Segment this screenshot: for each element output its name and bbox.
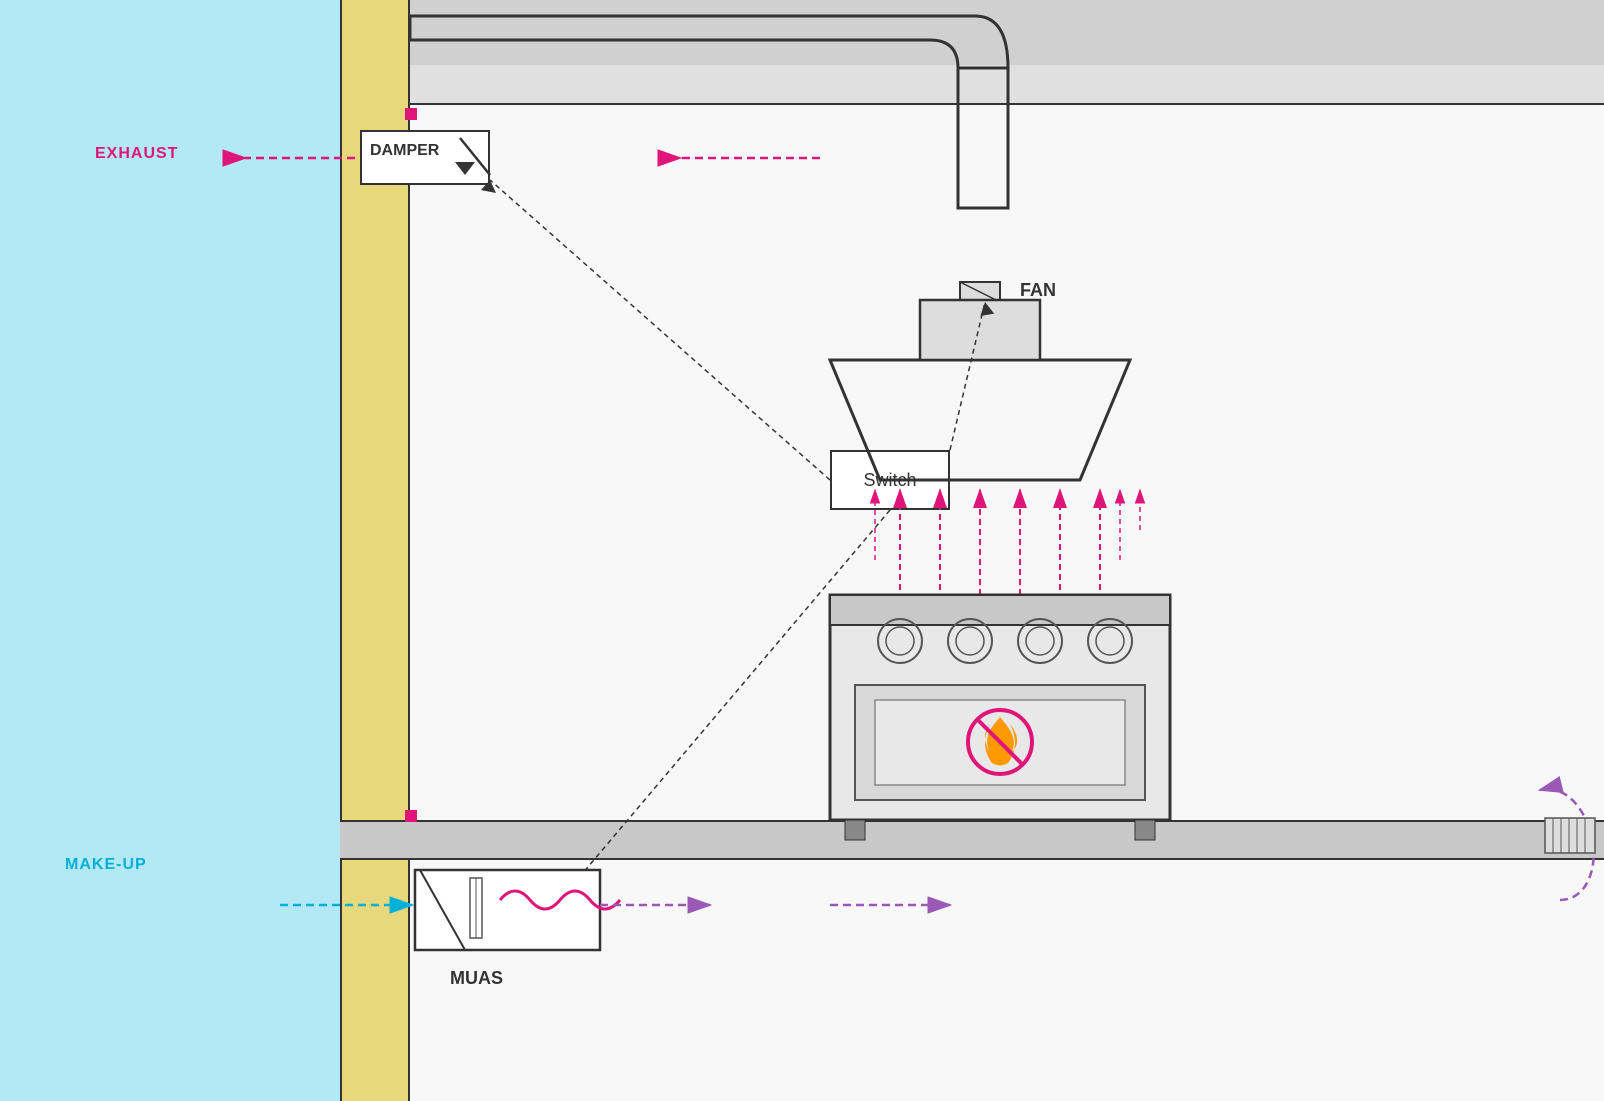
- switch-label: Switch: [863, 470, 916, 491]
- makeup-label: MAKE-UP: [65, 856, 147, 874]
- ceiling-inner: [340, 65, 1604, 105]
- fan-label: FAN: [1020, 280, 1056, 301]
- exhaust-label: EXHAUST: [95, 145, 178, 163]
- right-background: [340, 0, 1604, 1101]
- switch-box: Switch: [830, 450, 950, 510]
- muas-label: MUAS: [450, 968, 503, 989]
- diagram-canvas: DAMPER EXHAUST MAKE-UP MUAS FAN Switch: [0, 0, 1604, 1101]
- floor: [340, 820, 1604, 860]
- damper-label: DAMPER: [370, 142, 439, 160]
- left-background: [0, 0, 340, 1101]
- top-bar: [340, 0, 1604, 65]
